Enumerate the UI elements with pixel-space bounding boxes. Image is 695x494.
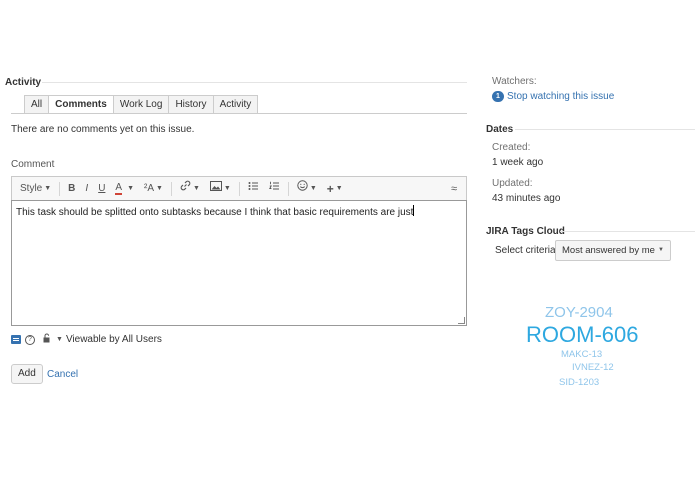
add-button[interactable]: Add — [11, 364, 43, 384]
toolbar-separator — [59, 181, 61, 196]
tag-link[interactable]: ROOM-606 — [526, 322, 638, 348]
tags-cloud-divider — [560, 231, 695, 232]
resize-handle[interactable] — [458, 317, 465, 324]
plus-icon: + — [326, 181, 334, 196]
stop-watching-link[interactable]: Stop watching this issue — [507, 91, 614, 102]
italic-icon: I — [85, 182, 89, 194]
tabs-baseline — [11, 113, 467, 114]
chevron-down-icon: ▼ — [309, 184, 317, 192]
lock-icon[interactable] — [43, 333, 52, 346]
updated-value: 43 minutes ago — [492, 193, 561, 204]
tab-all[interactable]: All — [24, 95, 50, 113]
watchers-label: Watchers: — [492, 76, 537, 87]
bullet-list-button[interactable] — [243, 178, 264, 200]
toolbar-separator — [287, 181, 289, 196]
criteria-select-value: Most answered by me — [562, 245, 655, 256]
collapse-icon: ≈ — [450, 182, 457, 195]
tag-link[interactable]: IVNEZ-12 — [572, 362, 614, 373]
tag-link[interactable]: SID-1203 — [559, 377, 599, 388]
style-label: Style — [20, 182, 43, 194]
activity-title: Activity — [5, 77, 42, 88]
comment-text: This task should be splitted onto subtas… — [16, 207, 414, 218]
comment-textarea[interactable]: This task should be splitted onto subtas… — [11, 200, 467, 326]
no-comments-message: There are no comments yet on this issue. — [11, 124, 195, 135]
more-formatting-icon: ²A — [144, 182, 155, 194]
chevron-down-icon: ▼ — [192, 184, 200, 192]
chevron-down-icon: ▼ — [127, 184, 135, 192]
link-button[interactable]: ▼ — [175, 178, 205, 200]
numbered-list-button[interactable] — [264, 178, 285, 200]
italic-button[interactable]: I — [80, 178, 93, 200]
tab-comments[interactable]: Comments — [48, 95, 114, 114]
more-formatting-button[interactable]: ²A ▼ — [139, 178, 168, 200]
criteria-select[interactable]: Most answered by me ▼ — [555, 240, 671, 261]
bold-icon: B — [68, 182, 76, 194]
bullet-list-icon — [248, 178, 259, 200]
toolbar-separator — [170, 181, 172, 196]
dates-divider — [515, 129, 695, 130]
editor-toolbar: Style ▼ B I U A ▼ ²A ▼ ▼ ▼ ▼ + ▼ ≈ — [11, 176, 467, 200]
created-value: 1 week ago — [492, 157, 544, 168]
dates-title: Dates — [486, 124, 514, 135]
collapse-toolbar-button[interactable]: ≈ — [446, 178, 462, 200]
text-color-icon: A — [115, 182, 123, 195]
text-cursor — [413, 205, 415, 216]
tab-work-log[interactable]: Work Log — [112, 95, 170, 113]
chevron-down-icon: ▼ — [223, 184, 231, 192]
chevron-down-icon[interactable]: ▼ — [56, 336, 63, 343]
chevron-down-icon: ▼ — [335, 184, 343, 192]
updated-label: Updated: — [492, 178, 533, 189]
chevron-down-icon: ▼ — [44, 184, 52, 192]
chevron-down-icon: ▼ — [156, 184, 163, 192]
created-label: Created: — [492, 142, 531, 153]
tags-cloud-title: JIRA Tags Cloud — [486, 226, 565, 237]
tab-activity[interactable]: Activity — [212, 95, 259, 113]
bold-button[interactable]: B — [63, 178, 80, 200]
text-color-button[interactable]: A ▼ — [110, 178, 139, 200]
editor-mode-icon[interactable] — [11, 335, 21, 344]
visibility-label: Viewable by All Users — [65, 334, 162, 345]
underline-button[interactable]: U — [93, 178, 110, 200]
editor-footer: ? ▼ Viewable by All Users — [11, 333, 162, 346]
tab-history[interactable]: History — [168, 95, 214, 113]
tag-link[interactable]: ZOY-2904 — [545, 304, 613, 321]
watch-count-badge: 1 — [492, 91, 504, 102]
numbered-list-icon — [268, 178, 280, 200]
emoticon-icon — [297, 178, 308, 200]
image-button[interactable]: ▼ — [205, 178, 236, 200]
cancel-link[interactable]: Cancel — [47, 369, 78, 380]
toolbar-separator — [238, 181, 240, 196]
underline-icon: U — [98, 182, 106, 194]
tag-link[interactable]: MAKC-13 — [561, 349, 602, 360]
help-icon[interactable]: ? — [25, 334, 35, 345]
chevron-down-icon: ▼ — [658, 247, 664, 253]
link-icon — [180, 178, 191, 200]
insert-more-button[interactable]: + ▼ — [322, 178, 348, 200]
select-criteria-label: Select criteria — [495, 245, 556, 256]
activity-divider — [42, 82, 467, 83]
comment-label: Comment — [11, 159, 55, 170]
style-dropdown[interactable]: Style ▼ — [15, 178, 56, 200]
image-icon — [209, 178, 222, 200]
watchers-row: 1 Stop watching this issue — [492, 91, 614, 102]
activity-tabs: All Comments Work Log History Activity — [24, 95, 259, 114]
emoticon-button[interactable]: ▼ — [292, 178, 322, 200]
